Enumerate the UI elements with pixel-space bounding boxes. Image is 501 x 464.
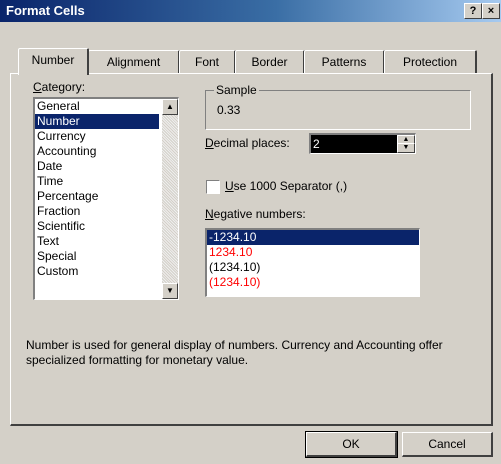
- category-item[interactable]: Text: [35, 234, 159, 249]
- negative-number-option[interactable]: 1234.10: [207, 245, 419, 260]
- tab-patterns[interactable]: Patterns: [304, 50, 385, 73]
- separator-label-rest: se 1000 Separator (,): [233, 179, 348, 193]
- category-item[interactable]: General: [35, 99, 159, 114]
- ok-button[interactable]: OK: [305, 431, 398, 458]
- decimal-places-label-rest: ecimal places:: [213, 136, 290, 150]
- negative-numbers-listbox[interactable]: -1234.10 1234.10 (1234.10) (1234.10): [205, 228, 420, 297]
- tab-font[interactable]: Font: [179, 50, 236, 73]
- category-item[interactable]: Time: [35, 174, 159, 189]
- category-item[interactable]: Custom: [35, 264, 159, 279]
- use-1000-separator-label[interactable]: Use 1000 Separator (,): [225, 179, 347, 193]
- sample-value: 0.33: [217, 103, 241, 117]
- close-button[interactable]: ×: [482, 3, 500, 19]
- category-item[interactable]: Accounting: [35, 144, 159, 159]
- category-item[interactable]: Currency: [35, 129, 159, 144]
- tab-alignment[interactable]: Alignment: [88, 50, 180, 73]
- cancel-button[interactable]: Cancel: [402, 432, 493, 457]
- title-bar: Format Cells ? ×: [0, 0, 501, 22]
- category-item[interactable]: Special: [35, 249, 159, 264]
- window-title: Format Cells: [6, 3, 85, 18]
- category-item[interactable]: Fraction: [35, 204, 159, 219]
- tab-border[interactable]: Border: [235, 50, 305, 73]
- spin-down-arrow-icon[interactable]: ▼: [397, 143, 415, 153]
- negative-number-option[interactable]: (1234.10): [207, 275, 419, 290]
- tab-strip: Number Alignment Font Border Patterns Pr…: [10, 48, 490, 75]
- category-listbox[interactable]: General Number Currency Accounting Date …: [33, 97, 179, 300]
- negative-number-option[interactable]: -1234.10: [207, 230, 419, 245]
- category-scrollbar[interactable]: ▲ ▼: [162, 99, 178, 299]
- decimal-places-input[interactable]: 2: [311, 135, 397, 153]
- scroll-up-arrow-icon[interactable]: ▲: [162, 99, 178, 115]
- category-item[interactable]: Scientific: [35, 219, 159, 234]
- use-1000-separator-checkbox[interactable]: [206, 180, 220, 194]
- decimal-places-label: Decimal places:: [205, 136, 290, 150]
- category-label-rest: ategory:: [41, 80, 86, 94]
- tab-number[interactable]: Number: [18, 48, 89, 75]
- sample-group: Sample 0.33: [205, 83, 471, 130]
- help-button[interactable]: ?: [464, 3, 482, 19]
- category-label: Category:: [33, 80, 85, 94]
- sample-label: Sample: [214, 83, 259, 97]
- negative-number-option[interactable]: (1234.10): [207, 260, 419, 275]
- separator-mnemonic: U: [225, 179, 234, 193]
- negative-numbers-mnemonic: N: [205, 207, 214, 221]
- category-item[interactable]: Number: [35, 114, 159, 129]
- decimal-places-spinner[interactable]: 2 ▲ ▼: [309, 133, 416, 154]
- category-item[interactable]: Percentage: [35, 189, 159, 204]
- negative-numbers-label-rest: egative numbers:: [213, 207, 306, 221]
- format-description: Number is used for general display of nu…: [26, 338, 443, 367]
- scroll-down-arrow-icon[interactable]: ▼: [162, 283, 178, 299]
- category-label-mnemonic: C: [33, 80, 42, 94]
- decimal-places-mnemonic: D: [205, 136, 214, 150]
- negative-numbers-label: Negative numbers:: [205, 207, 306, 221]
- tab-protection[interactable]: Protection: [384, 50, 477, 73]
- category-item[interactable]: Date: [35, 159, 159, 174]
